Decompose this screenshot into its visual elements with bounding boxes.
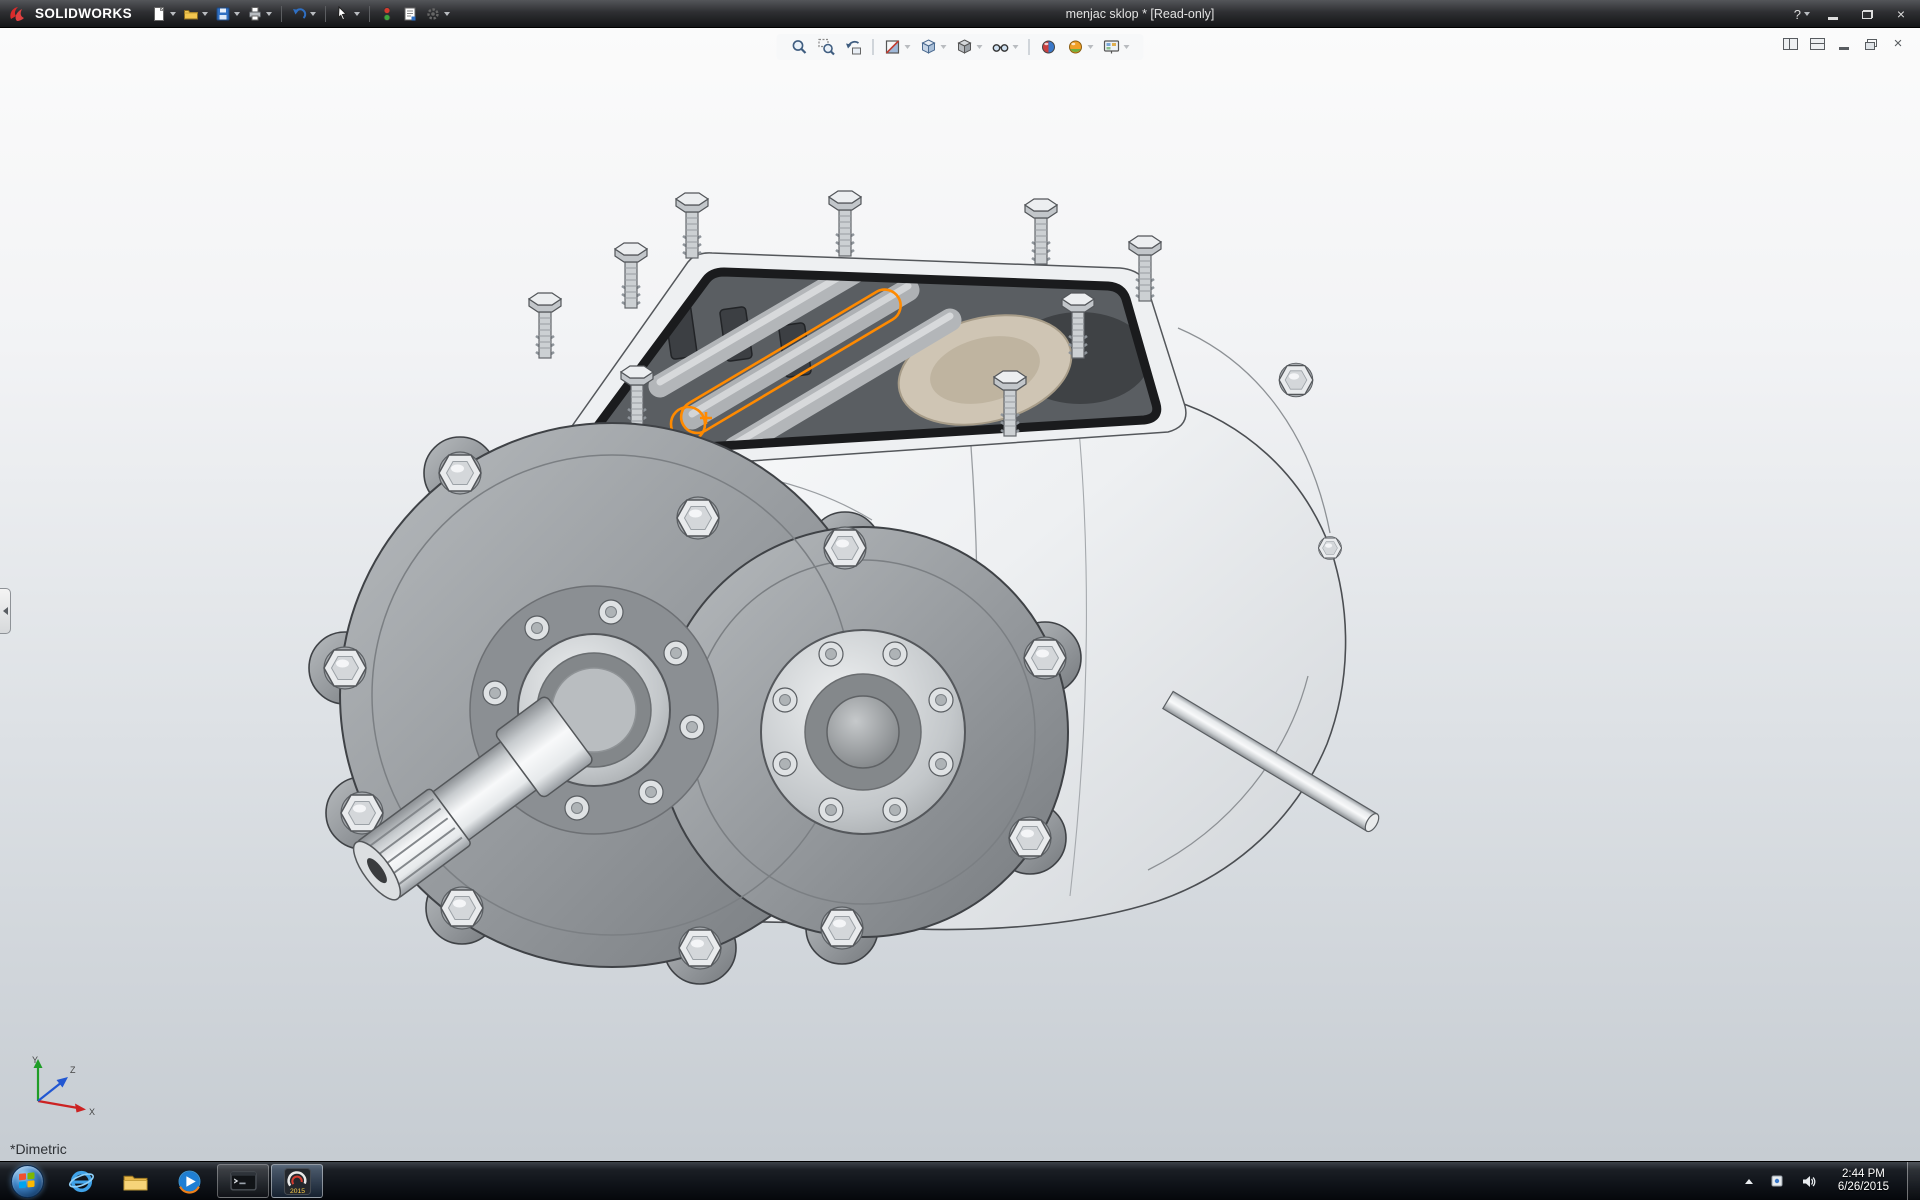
titlebar: SOLIDWORKS bbox=[0, 0, 1920, 28]
dome-bolt-small[interactable] bbox=[1318, 536, 1341, 559]
document-window-controls: × bbox=[1782, 36, 1906, 50]
heads-up-view-toolbar bbox=[777, 34, 1144, 60]
taskbar-item-solidworks-2015[interactable]: 2015 bbox=[271, 1164, 323, 1198]
side-cover[interactable] bbox=[761, 630, 965, 834]
options-icon[interactable] bbox=[422, 3, 453, 25]
restore-button[interactable] bbox=[1856, 5, 1878, 23]
solidworks-version-badge: 2015 bbox=[289, 1187, 304, 1194]
display-style-icon[interactable] bbox=[954, 37, 985, 57]
select-cursor-icon[interactable] bbox=[332, 3, 363, 25]
show-hidden-icons-button[interactable] bbox=[1741, 1175, 1757, 1188]
new-document-icon[interactable] bbox=[148, 3, 179, 25]
command-prompt-icon bbox=[230, 1168, 257, 1195]
show-desktop-button[interactable] bbox=[1907, 1162, 1920, 1200]
dome-bolt[interactable] bbox=[1279, 363, 1313, 397]
zoom-to-fit-icon[interactable] bbox=[789, 37, 811, 57]
solidworks-logo-icon bbox=[8, 5, 30, 23]
minimize-doc-button[interactable] bbox=[1836, 36, 1852, 50]
internet-explorer-icon bbox=[68, 1168, 95, 1195]
solidworks-application-window: SOLIDWORKS bbox=[0, 0, 1920, 1200]
close-doc-button[interactable]: × bbox=[1890, 36, 1906, 50]
window-new-icon[interactable] bbox=[1809, 36, 1825, 50]
tray-app-icon[interactable] bbox=[1766, 1170, 1788, 1192]
clock-date: 6/26/2015 bbox=[1838, 1181, 1889, 1194]
section-view-icon[interactable] bbox=[882, 37, 913, 57]
close-button[interactable]: × bbox=[1890, 5, 1912, 23]
previous-view-icon[interactable] bbox=[843, 37, 865, 57]
edit-appearance-icon[interactable] bbox=[1038, 37, 1060, 57]
help-button[interactable]: ? bbox=[1794, 7, 1810, 22]
system-tray: 2:44 PM 6/26/2015 bbox=[1741, 1162, 1920, 1200]
restore-doc-button[interactable] bbox=[1863, 36, 1879, 50]
file-properties-icon[interactable] bbox=[399, 3, 421, 25]
gearbox-3d-model[interactable] bbox=[0, 28, 1920, 1161]
feature-manager-collapsed-tab[interactable] bbox=[0, 588, 11, 634]
taskbar-clock[interactable]: 2:44 PM 6/26/2015 bbox=[1829, 1168, 1898, 1194]
start-button[interactable] bbox=[0, 1162, 54, 1200]
print-icon[interactable] bbox=[244, 3, 275, 25]
solidworks-icon: 2015 bbox=[284, 1168, 311, 1195]
reference-triad: Y X Z bbox=[20, 1053, 102, 1119]
save-icon[interactable] bbox=[212, 3, 243, 25]
view-orientation-icon[interactable] bbox=[918, 37, 949, 57]
minimize-button[interactable] bbox=[1822, 5, 1844, 23]
chevron-left-icon bbox=[3, 607, 8, 615]
rebuild-icon[interactable] bbox=[376, 3, 398, 25]
media-player-icon bbox=[176, 1168, 203, 1195]
clock-time: 2:44 PM bbox=[1838, 1168, 1889, 1181]
volume-icon[interactable] bbox=[1797, 1170, 1820, 1193]
apply-scene-icon[interactable] bbox=[1065, 37, 1096, 57]
view-settings-icon[interactable] bbox=[1101, 37, 1132, 57]
triad-x-label: X bbox=[89, 1107, 95, 1117]
taskbar-item-command-prompt[interactable] bbox=[217, 1164, 269, 1198]
taskbar-item-windows-media-player[interactable] bbox=[163, 1164, 215, 1198]
graphics-area[interactable]: × Y X Z *Dimetric bbox=[0, 28, 1920, 1161]
brand-name: SOLIDWORKS bbox=[35, 6, 132, 21]
window-controls: ? × bbox=[1794, 0, 1912, 28]
hide-show-items-icon[interactable] bbox=[990, 37, 1021, 57]
document-title: menjac sklop * [Read-only] bbox=[1066, 7, 1215, 21]
taskbar-item-windows-explorer[interactable] bbox=[109, 1164, 161, 1198]
taskbar-item-internet-explorer[interactable] bbox=[55, 1164, 107, 1198]
zoom-to-area-icon[interactable] bbox=[816, 37, 838, 57]
open-icon[interactable] bbox=[180, 3, 211, 25]
folder-icon bbox=[122, 1168, 149, 1195]
windows-orb-icon bbox=[11, 1165, 44, 1198]
triad-z-label: Z bbox=[70, 1065, 76, 1075]
taskbar: 2015 2:44 PM 6/26/2015 bbox=[0, 1161, 1920, 1200]
undo-icon[interactable] bbox=[288, 3, 319, 25]
view-orientation-label: *Dimetric bbox=[10, 1141, 67, 1157]
window-split-icon[interactable] bbox=[1782, 36, 1798, 50]
triad-y-label: Y bbox=[32, 1055, 38, 1065]
solidworks-menu-button[interactable]: SOLIDWORKS bbox=[0, 0, 148, 27]
titlebar-toolbar bbox=[148, 3, 453, 25]
chevron-up-icon bbox=[1745, 1179, 1753, 1184]
